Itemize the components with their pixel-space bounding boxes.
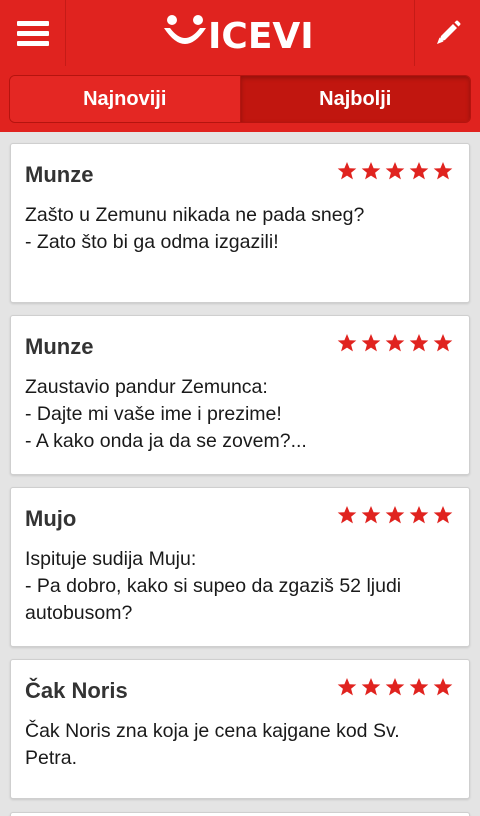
joke-author: Mujo bbox=[25, 506, 77, 531]
menu-button[interactable] bbox=[0, 0, 66, 66]
compose-button[interactable] bbox=[414, 0, 480, 66]
star-icon bbox=[433, 334, 453, 352]
star-icon bbox=[385, 678, 405, 696]
joke-text: Ispituje sudija Muju: - Pa dobro, kako s… bbox=[25, 548, 402, 624]
star-icon bbox=[433, 162, 453, 180]
joke-text: Zašto u Zemunu nikada ne pada sneg? - Za… bbox=[25, 204, 365, 253]
star-icon bbox=[409, 506, 429, 524]
pencil-icon bbox=[436, 20, 460, 44]
action-bar: ICEVI bbox=[0, 0, 480, 66]
app-logo: ICEVI bbox=[160, 12, 320, 54]
joke-text: Čak Noris zna koja je cena kajgane kod S… bbox=[25, 720, 400, 769]
rating-stars bbox=[337, 161, 453, 181]
star-icon bbox=[385, 506, 405, 524]
joke-card-partial[interactable] bbox=[10, 812, 470, 816]
joke-card[interactable]: Čak Noris Čak Noris zna koja je cena kaj… bbox=[10, 659, 470, 799]
star-icon bbox=[385, 162, 405, 180]
star-icon bbox=[337, 162, 357, 180]
rating-stars bbox=[337, 505, 453, 525]
joke-author: Munze bbox=[25, 162, 94, 187]
svg-text:ICEVI: ICEVI bbox=[208, 16, 314, 54]
star-icon bbox=[361, 162, 381, 180]
star-icon bbox=[361, 334, 381, 352]
star-icon bbox=[433, 506, 453, 524]
star-icon bbox=[385, 334, 405, 352]
joke-text: Zaustavio pandur Zemunca: - Dajte mi vaš… bbox=[25, 376, 307, 452]
star-icon bbox=[361, 678, 381, 696]
star-icon bbox=[409, 678, 429, 696]
star-icon bbox=[409, 162, 429, 180]
joke-card[interactable]: Munze Zaustavio pandur Zemunca: - Dajte … bbox=[10, 315, 470, 475]
tab-latest[interactable]: Najnoviji bbox=[10, 76, 241, 122]
star-icon bbox=[337, 678, 357, 696]
star-icon bbox=[433, 678, 453, 696]
joke-card[interactable]: Mujo Ispituje sudija Muju: - Pa dobro, k… bbox=[10, 487, 470, 647]
joke-author: Munze bbox=[25, 334, 94, 359]
rating-stars bbox=[337, 333, 453, 353]
tab-best[interactable]: Najbolji bbox=[240, 76, 470, 122]
star-icon bbox=[337, 334, 357, 352]
segmented-tabs: Najnoviji Najbolji bbox=[9, 75, 471, 123]
star-icon bbox=[409, 334, 429, 352]
joke-card[interactable]: Munze Zašto u Zemunu nikada ne pada sneg… bbox=[10, 143, 470, 303]
star-icon bbox=[361, 506, 381, 524]
rating-stars bbox=[337, 677, 453, 697]
tabs-bar: Najnoviji Najbolji bbox=[0, 66, 480, 132]
hamburger-icon bbox=[16, 21, 49, 46]
logo-icon: ICEVI bbox=[164, 15, 314, 54]
star-icon bbox=[337, 506, 357, 524]
joke-author: Čak Noris bbox=[25, 678, 128, 703]
